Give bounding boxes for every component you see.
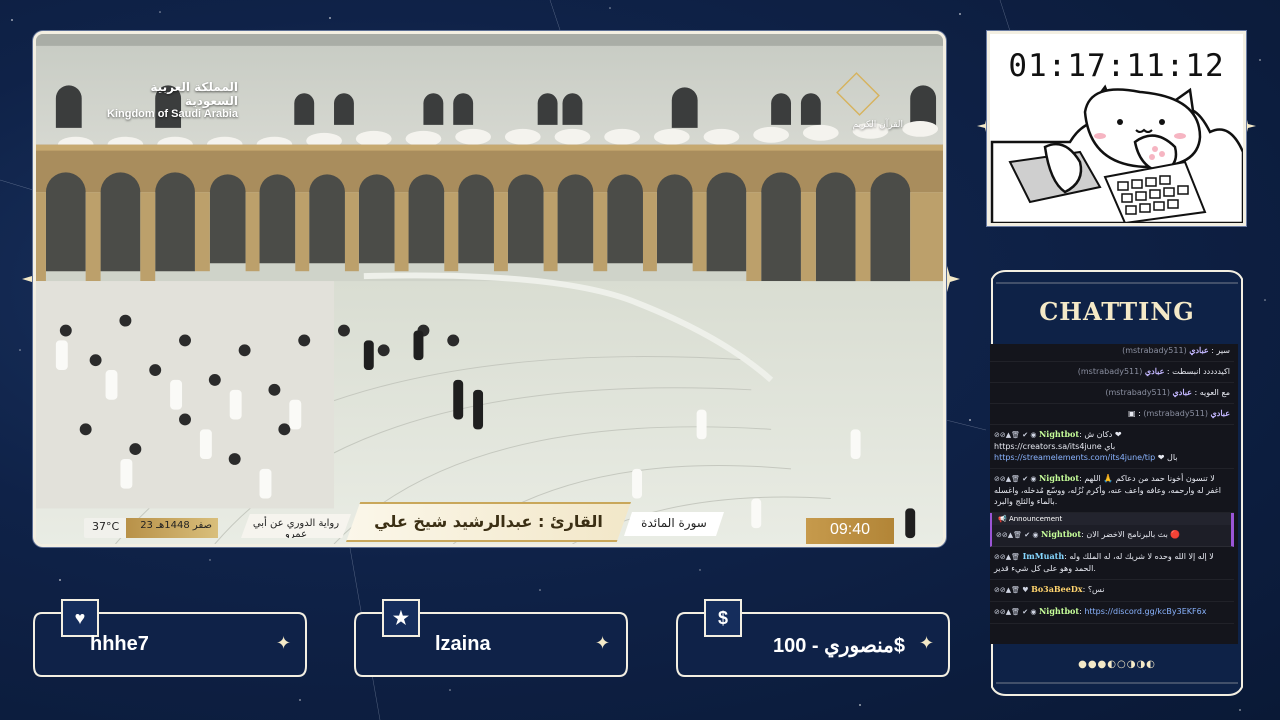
mod-badges-icon: ⊘⊘▲🗑 ✔ ◉ bbox=[994, 475, 1037, 483]
mod-badges-icon: ⊘⊘▲🗑 bbox=[994, 553, 1021, 561]
message-username: Bo3aBeeDx bbox=[1031, 584, 1083, 594]
reciter-name: القارئ : عبدالرشيد شيخ علي bbox=[346, 502, 631, 542]
message-handle: (mstrabady511) bbox=[1077, 367, 1143, 376]
announcement-header: 📢 Announcement bbox=[990, 513, 1234, 525]
message-handle: (mstrabady511) bbox=[1105, 388, 1170, 397]
top-donation-card: $ منصوري - 100$ ✦ bbox=[675, 599, 951, 678]
dollar-icon: $ bbox=[704, 599, 742, 637]
riwaya-label: رواية الدوري عن أبي عمرو bbox=[241, 514, 351, 538]
chat-message: مع العويه : عبادي (mstrabady511) bbox=[990, 383, 1234, 404]
chat-message: ⊘⊘▲🗑 ✔ ◉ Nightbot: دكان ش ❤ https://crea… bbox=[990, 425, 1234, 469]
heart-icon: ♥ bbox=[61, 599, 99, 637]
countdown-timer: 01:17:11:12 bbox=[1008, 48, 1225, 84]
chat-message: ⊘⊘▲🗑 ✔ ◉ Nightbot: https://discord.gg/kc… bbox=[990, 602, 1234, 624]
countdown-timer-widget: 01:17:11:12 bbox=[987, 31, 1246, 226]
network-label: القرآن الكريم bbox=[852, 120, 903, 130]
live-video-frame[interactable]: المملكة العربية السعودية Kingdom of Saud… bbox=[33, 31, 946, 547]
mod-badges-icon: ⊘⊘▲🗑 ♥ bbox=[994, 586, 1029, 594]
message-username: ImMuath bbox=[1022, 551, 1065, 561]
message-username: عبادي bbox=[1189, 345, 1209, 355]
chat-panel: CHATTING سير : عبادي (mstrabady511) اكيد… bbox=[986, 269, 1248, 697]
chat-message: ⊘⊘▲🗑 ✔ ◉ Nightbot: لا تنسون أخونا حمد من… bbox=[990, 469, 1234, 513]
message-text: ❤ بال bbox=[1157, 453, 1178, 462]
card-label: hhhe7 bbox=[90, 633, 149, 655]
chat-message: ⊘⊘▲🗑 ImMuath: لا إله إلا الله وحده لا شر… bbox=[990, 547, 1234, 580]
card-label: منصوري - 100$ bbox=[773, 635, 906, 657]
message-username: Nightbot bbox=[1040, 529, 1082, 539]
bongo-cat-typing-icon bbox=[990, 84, 1243, 223]
message-text: مع العويه bbox=[1199, 388, 1230, 397]
moon-phases-decoration: ●●●◐○◑◑◐ bbox=[1078, 659, 1156, 670]
channel-name-arabic: المملكة العربية السعودية bbox=[150, 80, 238, 108]
surah-name: سورة المائدة bbox=[624, 512, 724, 536]
message-username: عبادي bbox=[1172, 387, 1192, 397]
message-text: اكيددددد انبسطت bbox=[1172, 367, 1230, 376]
message-username: Nightbot bbox=[1038, 473, 1080, 483]
hijri-date: 23 صفر 1448هـ bbox=[126, 518, 218, 538]
channel-name-english: Kingdom of Saudi Arabia bbox=[107, 108, 238, 120]
message-link[interactable]: https://discord.gg/kcBy3EKF6x bbox=[1084, 607, 1206, 616]
chat-title: CHATTING bbox=[1039, 297, 1195, 326]
announcement-icon: 📢 bbox=[998, 515, 1007, 523]
message-text: بث بالبرنامج الاخضر الان 🔴 bbox=[1086, 530, 1181, 539]
message-username: Nightbot bbox=[1038, 606, 1080, 616]
card-label: lzaina bbox=[435, 633, 491, 655]
announcement-label: Announcement bbox=[1008, 515, 1063, 523]
message-username: عبادي bbox=[1210, 408, 1230, 418]
announcement-message: ⊘⊘▲🗑 ✔ ◉ Nightbot: بث بالبرنامج الاخضر ا… bbox=[990, 525, 1234, 547]
mod-badges-icon: ⊘⊘▲🗑 ✔ ◉ bbox=[994, 608, 1037, 616]
chat-message-list[interactable]: سير : عبادي (mstrabady511) اكيددددد انبس… bbox=[990, 341, 1234, 641]
message-username: Nightbot bbox=[1038, 429, 1080, 439]
sparkle-icon: ✦ bbox=[595, 633, 611, 654]
message-handle: (mstrabady511) bbox=[1143, 409, 1208, 418]
message-link[interactable]: https://streamelements.com/its4june/tip bbox=[994, 453, 1155, 462]
top-follower-card: ♥ hhhe7 ✦ bbox=[32, 599, 308, 678]
mod-badges-icon: ⊘⊘▲🗑 ✔ ◉ bbox=[996, 531, 1039, 539]
sparkle-icon: ✦ bbox=[919, 633, 935, 654]
message-handle: (mstrabady511) bbox=[1122, 346, 1187, 355]
chat-message: سير : عبادي (mstrabady511) bbox=[990, 341, 1234, 362]
sparkle-icon: ✦ bbox=[276, 633, 292, 654]
broadcast-lower-third: 37°C 23 صفر 1448هـ رواية الدوري عن أبي ع… bbox=[36, 498, 943, 544]
broadcast-channel-logo: المملكة العربية السعودية Kingdom of Saud… bbox=[98, 80, 238, 120]
star-icon: ★ bbox=[382, 599, 420, 637]
chat-message: عبادي (mstrabady511) : ▣ bbox=[990, 404, 1234, 425]
temperature-badge: 37°C bbox=[84, 518, 128, 538]
message-text: نس؟ bbox=[1087, 585, 1105, 594]
chat-message: اكيددددد انبسطت : عبادي (mstrabady511) bbox=[990, 362, 1234, 383]
top-subscriber-card: ★ lzaina ✦ bbox=[353, 599, 629, 678]
emote-icon: ▣ bbox=[1128, 409, 1136, 418]
message-text: سير bbox=[1216, 346, 1230, 355]
message-username: عبادي bbox=[1144, 366, 1165, 376]
broadcast-clock: 09:40 bbox=[806, 518, 894, 544]
mod-badges-icon: ⊘⊘▲🗑 ✔ ◉ bbox=[994, 431, 1037, 439]
chat-message: ⊘⊘▲🗑 ♥ Bo3aBeeDx: نس؟ bbox=[990, 580, 1234, 602]
